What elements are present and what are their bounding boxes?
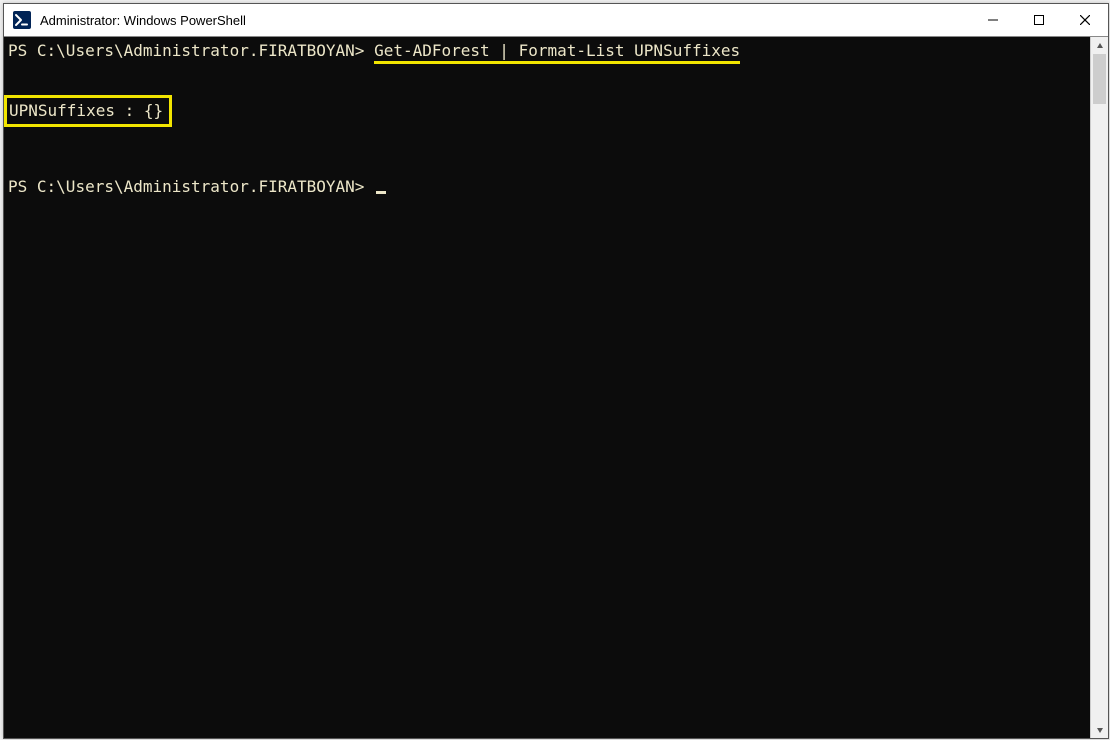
entered-command: Get-ADForest | Format-List UPNSuffixes [374, 41, 740, 64]
prompt-suffix-2: > [355, 177, 365, 196]
powershell-window: Administrator: Windows PowerShell PS C:\… [3, 3, 1109, 739]
client-area: PS C:\Users\Administrator.FIRATBOYAN> Ge… [4, 37, 1108, 738]
minimize-button[interactable] [970, 4, 1016, 36]
scroll-thumb[interactable] [1093, 54, 1106, 104]
output-highlight-box: UPNSuffixes : {} [4, 95, 172, 127]
window-title: Administrator: Windows PowerShell [40, 13, 970, 28]
cursor-icon [376, 191, 386, 194]
powershell-icon [12, 10, 32, 30]
prompt-suffix: > [355, 41, 365, 60]
prompt-path-2: C:\Users\Administrator.FIRATBOYAN [37, 177, 355, 196]
scroll-up-button[interactable] [1091, 37, 1108, 54]
maximize-button[interactable] [1016, 4, 1062, 36]
vertical-scrollbar[interactable] [1090, 37, 1108, 738]
prompt-line: PS C:\Users\Administrator.FIRATBOYAN> [8, 177, 1084, 197]
prompt-path: C:\Users\Administrator.FIRATBOYAN [37, 41, 355, 60]
terminal[interactable]: PS C:\Users\Administrator.FIRATBOYAN> Ge… [4, 37, 1090, 738]
output-line: UPNSuffixes : {} [9, 101, 163, 120]
prompt-prefix-2: PS [8, 177, 37, 196]
scroll-down-button[interactable] [1091, 721, 1108, 738]
window-controls [970, 4, 1108, 36]
prompt-prefix: PS [8, 41, 37, 60]
titlebar[interactable]: Administrator: Windows PowerShell [4, 4, 1108, 37]
command-line: PS C:\Users\Administrator.FIRATBOYAN> Ge… [8, 41, 1084, 61]
close-button[interactable] [1062, 4, 1108, 36]
